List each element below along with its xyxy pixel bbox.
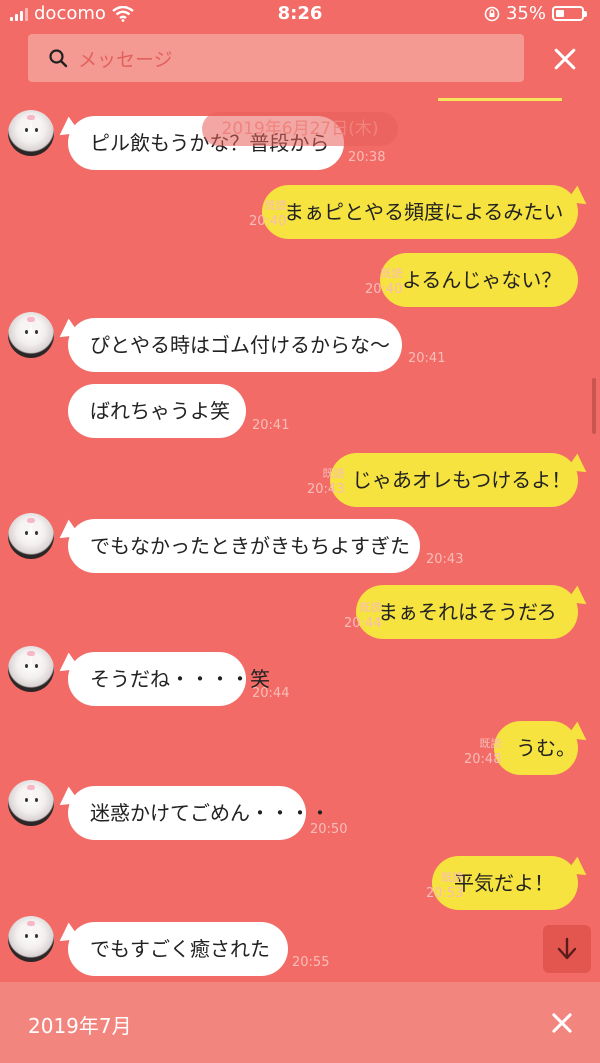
message-time: 20:50: [310, 822, 348, 837]
message-bubble[interactable]: じゃあオレもつけるよ！: [330, 453, 578, 507]
arrow-down-icon: [557, 937, 577, 960]
close-search-icon[interactable]: [551, 45, 579, 73]
message-meta: 20:41: [252, 418, 289, 434]
incoming-message: でもなかったときがきもちよすぎた 20:43: [0, 513, 600, 573]
message-bubble[interactable]: よるんじゃない？: [380, 253, 578, 307]
avatar[interactable]: [8, 513, 54, 559]
outgoing-message: まぁそれはそうだろ 既読 20:44: [0, 585, 600, 639]
date-separator: 2019年6月27日(木): [202, 112, 398, 146]
rotation-lock-icon: [484, 6, 500, 21]
message-time: 20:41: [252, 418, 290, 433]
incoming-message: でもすごく癒された 20:55: [0, 916, 600, 976]
month-footer: 2019年7月: [0, 982, 600, 1063]
highlight-underline: [438, 98, 562, 101]
message-bubble[interactable]: ぴとやる時はゴム付けるからな〜: [68, 318, 402, 372]
message-bubble[interactable]: まぁそれはそうだろ: [356, 585, 578, 639]
message-search-bar[interactable]: メッセージ: [28, 34, 524, 82]
message-bubble[interactable]: そうだね・・・・笑: [68, 652, 270, 706]
read-receipt: 既読: [479, 737, 502, 750]
scroll-down-button[interactable]: [543, 925, 591, 973]
avatar[interactable]: [8, 916, 54, 962]
avatar[interactable]: [8, 312, 54, 358]
message-meta: 20:50: [310, 822, 347, 838]
message-meta: 20:38: [348, 150, 385, 166]
close-footer-icon[interactable]: [549, 1010, 575, 1036]
message-meta: 既読 20:53: [426, 870, 463, 902]
avatar[interactable]: [8, 780, 54, 826]
outgoing-message: じゃあオレもつけるよ！ 既読 20:43: [0, 453, 600, 507]
message-time: 20:43: [426, 552, 464, 567]
message-meta: 既読 20:44: [344, 600, 381, 632]
message-time: 20:44: [344, 616, 382, 631]
message-time: 20:41: [408, 351, 446, 366]
outgoing-message: 平気だよ！ 既読 20:53: [0, 856, 600, 910]
message-bubble[interactable]: 迷惑かけてごめん・・・・: [68, 786, 330, 840]
search-placeholder: メッセージ: [78, 48, 173, 71]
incoming-message: ばれちゃうよ笑 20:41: [0, 384, 600, 438]
read-receipt: 既読: [264, 199, 287, 212]
message-meta: 20:41: [408, 351, 445, 367]
avatar[interactable]: [8, 110, 54, 156]
read-receipt: 既読: [441, 871, 464, 884]
message-bubble[interactable]: ばれちゃうよ笑: [68, 384, 246, 438]
message-time: 20:48: [464, 752, 502, 767]
message-time: 20:40: [365, 282, 403, 297]
status-right: 35%: [484, 3, 587, 24]
message-time: 20:38: [348, 150, 386, 165]
outgoing-message: よるんじゃない？ 既読 20:40: [0, 253, 600, 307]
message-meta: 20:55: [292, 955, 329, 971]
incoming-message: 迷惑かけてごめん・・・・ 20:50: [0, 780, 600, 840]
message-meta: 既読 20:48: [464, 736, 501, 768]
battery-icon: [552, 6, 587, 21]
message-bubble[interactable]: うむ。: [494, 721, 578, 775]
message-time: 20:53: [426, 886, 464, 901]
message-bubble[interactable]: でもすごく癒された: [68, 922, 288, 976]
read-receipt: 既読: [359, 601, 382, 614]
message-meta: 既読 20:43: [307, 466, 344, 498]
outgoing-message: うむ。 既読 20:48: [0, 721, 600, 775]
month-label: 2019年7月: [28, 1014, 132, 1038]
outgoing-message: まぁピとやる頻度によるみたい 既読 20:40: [0, 185, 600, 239]
message-time: 20:44: [252, 686, 290, 701]
message-meta: 20:44: [252, 686, 289, 702]
message-time: 20:40: [249, 214, 287, 229]
message-meta: 20:43: [426, 552, 463, 568]
avatar[interactable]: [8, 646, 54, 692]
scrollbar[interactable]: [592, 378, 596, 434]
message-meta: 既読 20:40: [249, 198, 286, 230]
message-meta: 既読 20:40: [365, 266, 402, 298]
message-bubble[interactable]: まぁピとやる頻度によるみたい: [262, 185, 578, 239]
battery-percent: 35%: [505, 3, 546, 24]
message-time: 20:55: [292, 955, 330, 970]
incoming-message: そうだね・・・・笑 20:44: [0, 646, 600, 706]
read-receipt: 既読: [380, 267, 403, 280]
message-time: 20:43: [307, 482, 345, 497]
search-icon: [49, 49, 68, 68]
read-receipt: 既読: [322, 467, 345, 480]
message-bubble[interactable]: でもなかったときがきもちよすぎた: [68, 519, 420, 573]
incoming-message: ぴとやる時はゴム付けるからな〜 20:41: [0, 312, 600, 372]
status-bar: docomo 8:26 35%: [0, 0, 600, 30]
